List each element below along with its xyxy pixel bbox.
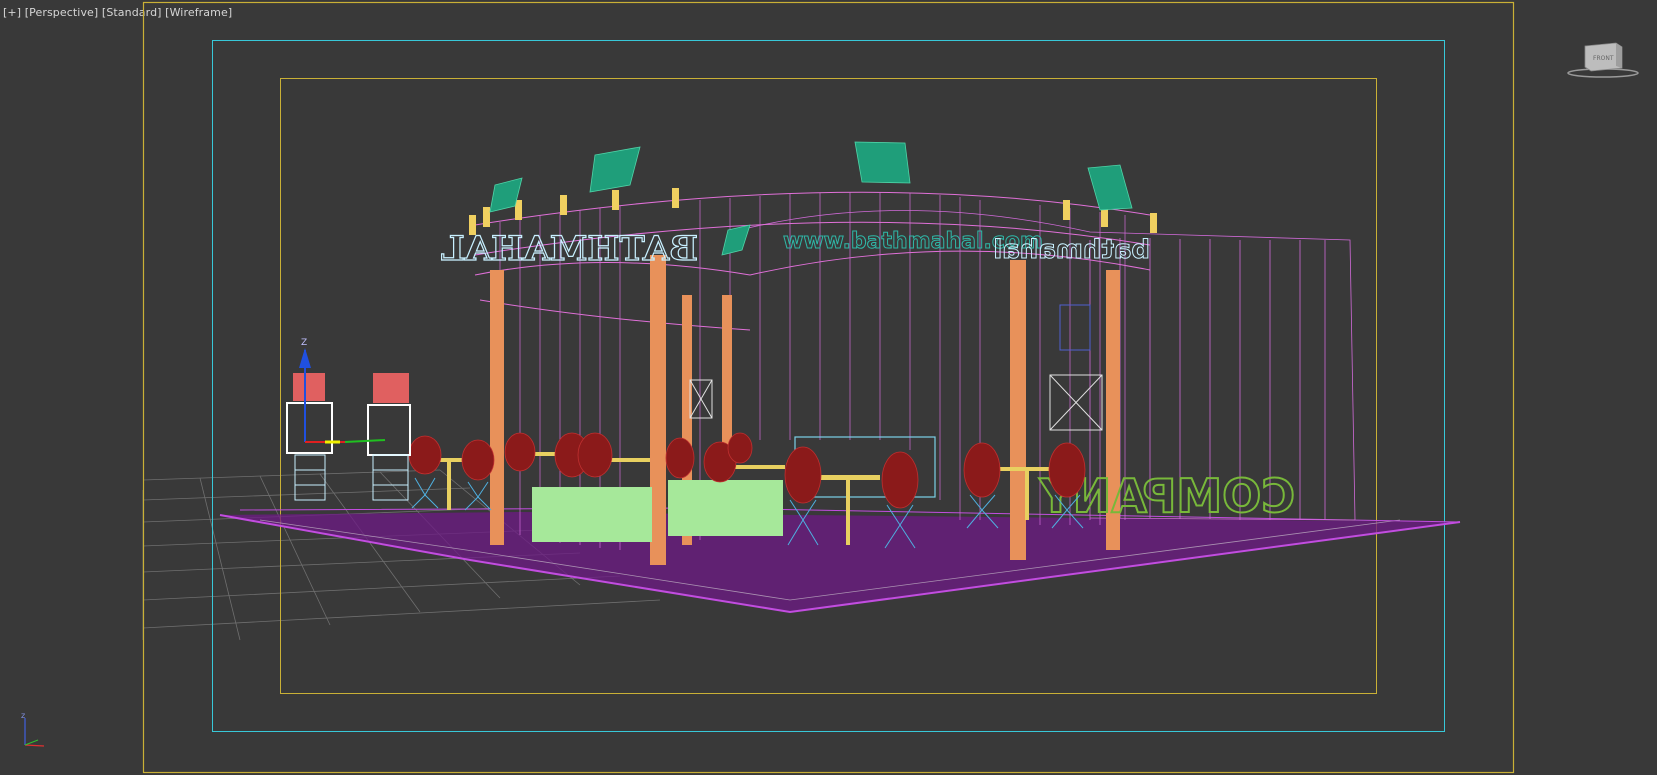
- booth-sign-main: BATHMAHAL: [441, 229, 698, 269]
- safe-frame-outer: [142, 1, 1515, 774]
- axis-tripod-icon: z: [21, 711, 45, 747]
- svg-text:FRONT: FRONT: [1593, 55, 1614, 62]
- svg-text:z: z: [21, 711, 25, 720]
- scene-canvas[interactable]: BATHMAHAL www.bathmahal.com bathmahal CO…: [0, 0, 1657, 775]
- booth-sign-right: bathmahal: [993, 235, 1150, 265]
- perspective-viewport[interactable]: [+] [Perspective] [Standard] [Wireframe]: [0, 0, 1657, 775]
- viewcube[interactable]: FRONT: [1567, 42, 1639, 78]
- booth-floor: [219, 507, 1461, 614]
- svg-text:Z: Z: [301, 338, 307, 348]
